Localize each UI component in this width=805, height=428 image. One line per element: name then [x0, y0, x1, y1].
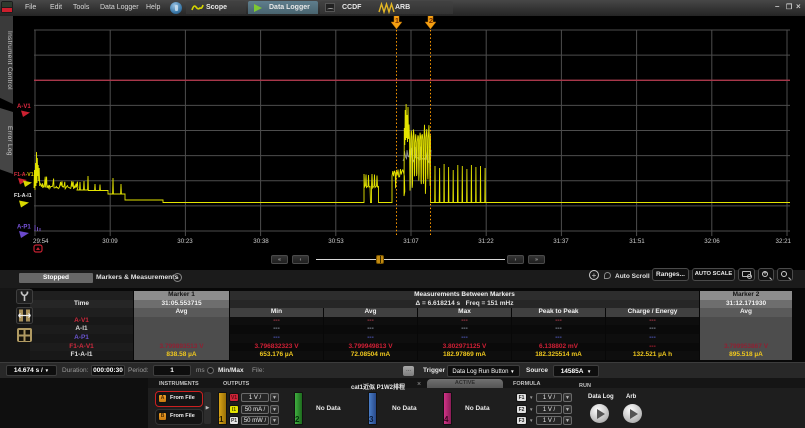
svg-text:A-V1: A-V1	[17, 104, 31, 110]
svg-text:32:21: 32:21	[776, 238, 792, 245]
svg-text:30:09: 30:09	[102, 238, 118, 245]
svg-text:F1-A-V1: F1-A-V1	[14, 172, 34, 178]
svg-text:31:07: 31:07	[403, 238, 419, 245]
svg-text:29:54: 29:54	[33, 238, 49, 245]
svg-text:1: 1	[395, 16, 399, 25]
svg-text:31:51: 31:51	[629, 238, 645, 245]
svg-text:A-P1: A-P1	[17, 225, 31, 231]
svg-text:2: 2	[429, 16, 433, 25]
svg-text:30:23: 30:23	[177, 238, 193, 245]
svg-text:31:37: 31:37	[553, 238, 569, 245]
svg-text:32:06: 32:06	[704, 238, 720, 245]
svg-text:F1-A-I1: F1-A-I1	[14, 193, 32, 199]
svg-text:31:22: 31:22	[478, 238, 494, 245]
svg-text:30:38: 30:38	[253, 238, 269, 245]
svg-text:30:53: 30:53	[328, 238, 344, 245]
